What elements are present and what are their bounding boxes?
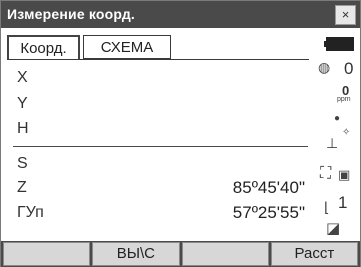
softkey-view[interactable]: ВЫ\С [92, 242, 180, 266]
tilt-icon: ⊥ [326, 135, 339, 151]
ppm-unit: ppm [337, 96, 351, 103]
target-dot-icon: ● [334, 113, 341, 124]
face-number: 1 [338, 193, 348, 212]
tilt-sparkle-icon: ✧ [342, 127, 351, 138]
main-window: Измерение коорд. × Коорд. СХЕМА X Y H S … [0, 0, 361, 267]
prism-constant: 0 [344, 59, 354, 78]
close-button[interactable]: × [335, 5, 356, 25]
tab-schema[interactable]: СХЕМА [83, 35, 171, 59]
title-bar: Измерение коорд. × [1, 1, 360, 28]
softkey-distance[interactable]: Расст [270, 242, 358, 266]
display-icon: ▣ [338, 167, 351, 182]
value-z: 85º45'40" [232, 178, 305, 197]
battery-icon [324, 37, 354, 51]
label-y: Y [17, 95, 28, 112]
label-z: Z [17, 179, 27, 196]
tab-coordinates[interactable]: Коорд. [7, 35, 80, 59]
label-h: H [17, 120, 29, 137]
prism-icon: ◍ [318, 59, 331, 75]
label-x: X [17, 69, 28, 86]
softkey-bar: ВЫ\С Расст [1, 241, 360, 267]
label-horizontal-angle: ГУп [17, 204, 44, 221]
row-separator [13, 146, 308, 147]
softkey-3[interactable] [181, 242, 269, 266]
softkey-1[interactable] [3, 242, 91, 266]
label-s: S [17, 155, 28, 172]
window-title: Измерение коорд. [7, 6, 135, 22]
value-horizontal-angle: 57º25'55" [232, 203, 305, 222]
input-mode-icon[interactable]: ◪ [326, 219, 340, 237]
status-panel: ◍ 0 0 ppm ● ⊥ ✧ ⛶ ▣ ⌊ 1 ◪ [314, 31, 360, 241]
face-icon: ⌊ [324, 199, 330, 215]
tab-underline [7, 59, 309, 60]
instrument-icon[interactable]: ⛶ [320, 165, 331, 183]
